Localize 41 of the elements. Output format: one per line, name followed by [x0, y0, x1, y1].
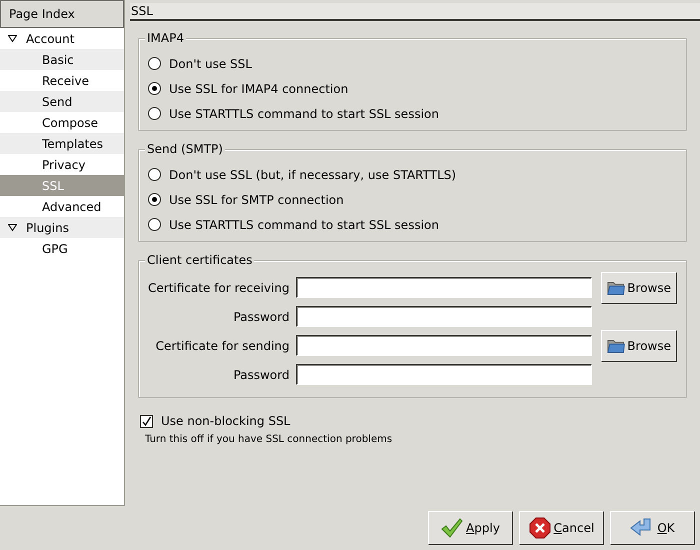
expander-icon[interactable]: [8, 223, 17, 232]
radio-button[interactable]: [148, 168, 161, 181]
radio-label[interactable]: Use SSL for SMTP connection: [169, 190, 344, 208]
apply-button[interactable]: Apply: [428, 511, 513, 545]
radio-label[interactable]: Use SSL for IMAP4 connection: [169, 80, 348, 98]
checkmark-icon: [441, 518, 464, 538]
page-title: SSL: [130, 3, 700, 21]
browse-button[interactable]: Browse: [601, 330, 677, 362]
radio-button[interactable]: [148, 218, 161, 231]
checkbox-label[interactable]: Use non-blocking SSL: [161, 412, 290, 430]
browse-button[interactable]: Browse: [601, 272, 677, 304]
radio-label[interactable]: Don't use SSL (but, if necessary, use STARTTLS): [169, 166, 456, 184]
text-field[interactable]: [296, 277, 592, 298]
tree-item[interactable]: Send: [0, 91, 124, 112]
text-field[interactable]: [296, 364, 592, 385]
radio-label[interactable]: Use STARTTLS command to start SSL session: [169, 104, 439, 122]
group-title: Client certificates: [145, 253, 254, 267]
radio-label[interactable]: Use STARTTLS command to start SSL session: [169, 216, 439, 234]
column-header[interactable]: Page Index: [0, 0, 124, 28]
expander-icon[interactable]: [8, 34, 17, 43]
cancel-icon: [528, 517, 551, 539]
checkbox[interactable]: [140, 414, 153, 428]
field-label: Password: [232, 366, 290, 384]
field-label: Password: [232, 308, 290, 326]
radio-label[interactable]: Don't use SSL: [169, 54, 252, 72]
radio-button[interactable]: [148, 82, 161, 95]
group-title: IMAP4: [145, 31, 186, 45]
text-field[interactable]: [296, 306, 592, 327]
hint-text: Turn this off if you have SSL connection problems: [145, 433, 392, 447]
group-title: Send (SMTP): [145, 142, 225, 156]
radio-button[interactable]: [148, 57, 161, 70]
ok-button[interactable]: OK: [610, 511, 695, 545]
field-label: Certificate for receiving: [148, 280, 290, 296]
text-field[interactable]: [296, 335, 592, 356]
radio-button[interactable]: [148, 193, 161, 206]
cancel-button[interactable]: Cancel: [519, 511, 604, 545]
field-label: Certificate for sending: [154, 338, 290, 354]
tree-item[interactable]: Templates: [0, 133, 124, 154]
radio-button[interactable]: [148, 107, 161, 120]
tree-item[interactable]: Plugins: [0, 217, 124, 238]
tree-item[interactable]: Basic: [0, 49, 124, 70]
